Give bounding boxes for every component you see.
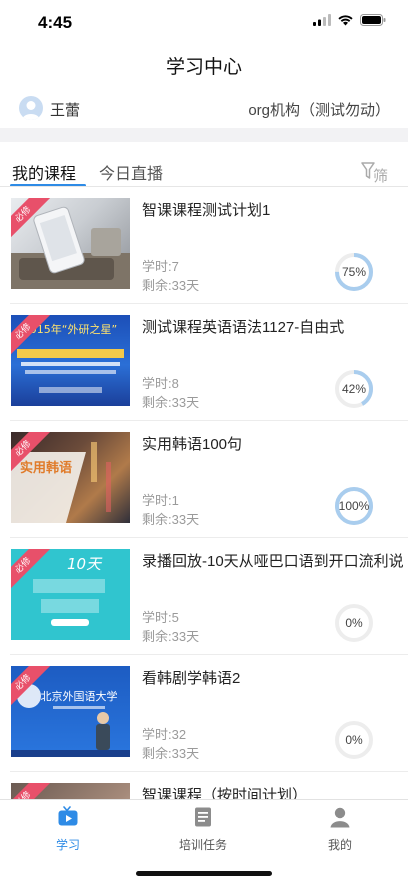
course-title: 看韩剧学韩语2 — [142, 670, 241, 687]
progress-label: 42% — [341, 382, 367, 396]
progress-ring: 0% — [334, 603, 374, 643]
course-item[interactable]: 10天 必修 录播回放-10天从哑巴口语到开口流利说 学时:5 剩余:33天 0… — [0, 538, 408, 655]
person-icon — [330, 807, 350, 828]
course-remaining: 剩余:33天 — [142, 395, 200, 410]
thumb-heading: 10天 — [67, 555, 103, 573]
filter-icon: 筛 — [361, 162, 388, 185]
filter-label: 筛 — [373, 167, 388, 183]
status-bar: 4:45 — [0, 0, 408, 44]
course-item[interactable]: 实用韩语 必修 实用韩语100句 学时:1 剩余:33天 100% — [0, 421, 408, 538]
tabbar-label: 学习 — [55, 838, 80, 852]
course-tabs: 我的课程 今日直播 筛 — [0, 160, 408, 188]
course-remaining: 剩余:33天 — [142, 746, 200, 761]
course-hours: 学时:1 — [142, 493, 179, 508]
course-title: 录播回放-10天从哑巴口语到开口流利说 — [142, 553, 404, 570]
course-hours: 学时:7 — [142, 259, 179, 274]
tabbar-label: 培训任务 — [178, 838, 227, 852]
progress-ring: 42% — [334, 369, 374, 409]
course-hours: 学时:32 — [142, 727, 187, 742]
progress-ring: 0% — [334, 720, 374, 760]
course-hours: 学时:8 — [142, 376, 179, 391]
tab-today-live[interactable]: 今日直播 — [99, 160, 163, 184]
section-separator — [0, 128, 408, 142]
progress-ring: 75% — [334, 252, 374, 292]
course-remaining: 剩余:33天 — [142, 512, 200, 527]
document-icon — [195, 807, 211, 827]
person-icon — [22, 101, 40, 120]
user-info-row[interactable]: 王蕾 org机构（测试勿动） — [0, 88, 408, 128]
thumb-heading: 实用韩语 — [20, 460, 72, 476]
tab-my-courses[interactable]: 我的课程 — [12, 160, 76, 184]
tabbar-item-me[interactable]: 我的 — [290, 806, 390, 853]
course-remaining: 剩余:33天 — [142, 278, 200, 293]
avatar — [19, 96, 43, 120]
home-indicator — [136, 871, 272, 876]
course-item[interactable]: 北京外国语大学 必修 看韩剧学韩语2 学时:32 剩余:33天 0% — [0, 655, 408, 772]
status-icons — [313, 14, 386, 26]
tv-icon — [58, 806, 78, 826]
course-title: 实用韩语100句 — [142, 436, 243, 453]
required-badge: 必修 — [11, 783, 51, 799]
course-remaining: 剩余:33天 — [142, 629, 200, 644]
thumb-heading: 北京外国语大学 — [41, 689, 118, 703]
progress-label: 100% — [338, 499, 370, 513]
progress-label: 75% — [341, 265, 367, 279]
course-thumbnail: 实用韩语 必修 — [11, 432, 130, 523]
org-name[interactable]: org机构（测试勿动） — [248, 99, 390, 120]
user-name: 王蕾 — [50, 102, 81, 119]
course-item[interactable]: 必修 智课课程（按时间计划） — [0, 772, 408, 799]
course-title: 测试课程英语语法1127-自由式 — [142, 319, 345, 336]
progress-label: 0% — [345, 733, 363, 747]
course-thumbnail: 必修 — [11, 783, 130, 799]
tabbar-item-study[interactable]: 学习 — [18, 806, 118, 853]
wifi-icon — [338, 15, 353, 26]
progress-ring: 100% — [334, 486, 374, 526]
course-thumbnail: 必修 — [11, 198, 130, 289]
filter-button[interactable]: 筛 — [361, 161, 389, 188]
tabbar-item-training-tasks[interactable]: 培训任务 — [153, 806, 253, 853]
course-title: 智课课程（按时间计划） — [142, 787, 308, 799]
signal-icon — [313, 14, 331, 26]
course-list: 必修 智课课程测试计划1 学时:7 剩余:33天 75% 2015年“外研之星”… — [0, 187, 408, 799]
course-item[interactable]: 2015年“外研之星” 必修 测试课程英语语法1127-自由式 学时:8 剩余:… — [0, 304, 408, 421]
course-title: 智课课程测试计划1 — [142, 202, 271, 219]
tabbar-label: 我的 — [327, 838, 352, 852]
page-title: 学习中心 — [165, 57, 242, 78]
status-time: 4:45 — [38, 13, 73, 32]
course-hours: 学时:5 — [142, 610, 179, 625]
progress-label: 0% — [345, 616, 363, 630]
battery-icon — [360, 14, 386, 26]
course-thumbnail: 2015年“外研之星” 必修 — [11, 315, 130, 406]
course-thumbnail: 北京外国语大学 必修 — [11, 666, 130, 757]
course-thumbnail: 10天 必修 — [11, 549, 130, 640]
course-item[interactable]: 必修 智课课程测试计划1 学时:7 剩余:33天 75% — [0, 187, 408, 304]
